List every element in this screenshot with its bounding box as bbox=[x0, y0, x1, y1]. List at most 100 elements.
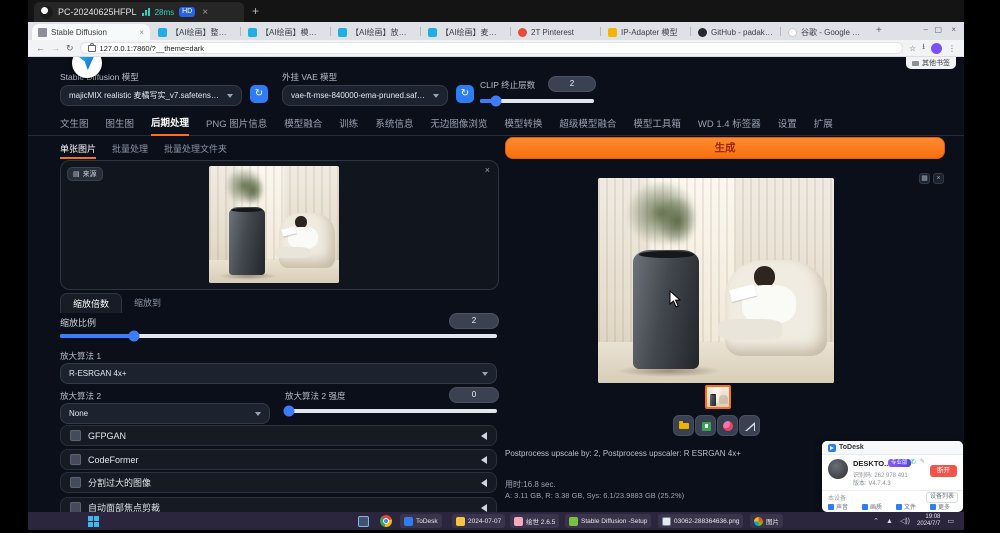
tab-scale-by[interactable]: 缩放倍数 bbox=[60, 293, 122, 313]
quality-tool[interactable]: 画质 bbox=[862, 502, 882, 511]
subtab-batch-folder[interactable]: 批量处理文件夹 bbox=[164, 142, 227, 159]
tab-extensions[interactable]: 扩展 bbox=[814, 115, 833, 135]
gfpgan-checkbox[interactable] bbox=[70, 430, 81, 441]
tab-txt2img[interactable]: 文生图 bbox=[60, 115, 89, 135]
tab-train[interactable]: 训练 bbox=[339, 115, 358, 135]
task-view-button[interactable] bbox=[358, 516, 369, 527]
minimize-button[interactable]: – bbox=[924, 25, 928, 34]
tab-infinite-browser[interactable]: 无边图像浏览 bbox=[430, 115, 487, 135]
back-icon[interactable]: ← bbox=[36, 43, 45, 53]
network-icon[interactable]: ▲ bbox=[886, 518, 893, 525]
maximize-button[interactable]: ▢ bbox=[934, 25, 942, 34]
tab-checkpoint-merger[interactable]: 模型融合 bbox=[284, 115, 322, 135]
refresh-model-button[interactable]: ↻ bbox=[250, 85, 268, 103]
accordion-gfpgan[interactable]: GFPGAN bbox=[60, 425, 497, 446]
open-folder-button[interactable] bbox=[673, 415, 694, 436]
browser-tab[interactable]: 【AI绘画】麦橘写实模型_哔哩哔哩_bilibili bbox=[422, 24, 510, 40]
close-button[interactable]: × bbox=[951, 25, 956, 34]
taskbar-setup-console[interactable]: Stable Diffusion -Setup bbox=[565, 514, 651, 528]
notification-icon[interactable]: ▭ bbox=[947, 517, 954, 525]
new-session-button[interactable]: + bbox=[252, 4, 259, 18]
source-chip[interactable]: ▤ 来源 bbox=[67, 167, 103, 181]
save-image-button[interactable] bbox=[695, 415, 716, 436]
upscaler2-strength-slider[interactable] bbox=[285, 409, 497, 413]
browser-tab[interactable]: 【AI绘画】模型推荐_哔哩哔哩_bilibili bbox=[242, 24, 330, 40]
other-bookmarks-button[interactable]: 其他书签 bbox=[906, 57, 956, 69]
bookmark-star-icon[interactable]: ☆ bbox=[909, 44, 916, 53]
gallery-close-icon[interactable]: × bbox=[933, 173, 944, 184]
file-tool[interactable]: 文件 bbox=[896, 502, 916, 511]
browser-tab[interactable]: GitHub - padak/PCStudio bbox=[692, 24, 780, 40]
session-close-icon[interactable]: × bbox=[202, 7, 208, 18]
accordion-auto-face-crop[interactable]: 自动面部焦点剪裁 bbox=[60, 497, 497, 512]
clip-skip-value[interactable]: 2 bbox=[548, 76, 596, 92]
upscaler2-strength-value[interactable]: 0 bbox=[449, 387, 499, 403]
subtab-batch-process[interactable]: 批量处理 bbox=[112, 142, 148, 159]
phone-icon[interactable]: ✆ bbox=[910, 458, 916, 466]
refresh-vae-button[interactable]: ↻ bbox=[456, 85, 474, 103]
sound-tool[interactable]: 声音 bbox=[828, 502, 848, 511]
taskbar-photos[interactable]: 图片 bbox=[750, 514, 783, 528]
address-bar[interactable]: 127.0.0.1:7860/?__theme=dark bbox=[80, 42, 903, 54]
vae-dropdown[interactable]: vae-ft-mse-840000-ema-pruned.safetensors bbox=[282, 85, 448, 106]
tab-scale-to[interactable]: 缩放到 bbox=[122, 293, 173, 313]
tab-model-toolkit[interactable]: 模型工具箱 bbox=[633, 115, 681, 135]
tab-close-icon[interactable]: × bbox=[139, 28, 144, 37]
forward-icon[interactable]: → bbox=[51, 43, 60, 53]
browser-menu-icon[interactable]: ⋮ bbox=[948, 44, 956, 53]
tab-wd14-tagger[interactable]: WD 1.4 标签器 bbox=[698, 115, 761, 135]
browser-tab[interactable]: 【AI绘画】整合包安装教程_哔哩哔哩_bilibili bbox=[152, 24, 240, 40]
split-oversize-checkbox[interactable] bbox=[70, 477, 81, 488]
auto-face-crop-checkbox[interactable] bbox=[70, 502, 81, 512]
browser-tab[interactable]: IP-Adapter 模型 bbox=[602, 24, 690, 40]
tab-settings[interactable]: 设置 bbox=[778, 115, 797, 135]
accordion-codeformer[interactable]: CodeFormer bbox=[60, 449, 497, 470]
send-to-extras-button[interactable] bbox=[739, 415, 760, 436]
upscaler2-dropdown[interactable]: None bbox=[60, 403, 270, 424]
clip-skip-slider[interactable] bbox=[480, 99, 594, 103]
gallery-thumbnail[interactable] bbox=[705, 385, 731, 409]
edit-icon[interactable]: ✎ bbox=[920, 458, 925, 465]
taskbar-launcher[interactable]: 绘世 2.6.5 bbox=[510, 514, 559, 528]
taskbar-todesk[interactable]: ToDesk bbox=[400, 514, 442, 528]
browser-tab[interactable]: 2T Pinterest bbox=[512, 24, 600, 40]
tab-model-converter[interactable]: 模型转换 bbox=[504, 115, 542, 135]
result-image[interactable] bbox=[598, 178, 834, 383]
hd-quality-badge[interactable]: HD bbox=[179, 7, 195, 17]
accordion-split-oversize[interactable]: 分割过大的图像 bbox=[60, 472, 497, 493]
volume-icon[interactable]: ◁)) bbox=[900, 517, 910, 525]
generate-button[interactable]: 生成 bbox=[505, 137, 945, 159]
disconnect-button[interactable]: 断开 bbox=[930, 465, 957, 477]
remote-session-tab[interactable]: PC-20240625HFPL 28ms HD × bbox=[34, 2, 244, 22]
upscaler1-dropdown[interactable]: R-ESRGAN 4x+ bbox=[60, 363, 497, 384]
chrome-taskbar-icon[interactable] bbox=[380, 515, 392, 527]
todesk-header[interactable]: ToDesk bbox=[822, 441, 963, 455]
taskbar-folder[interactable]: 2024-07-07 bbox=[452, 514, 505, 528]
tab-png-info[interactable]: PNG 图片信息 bbox=[206, 115, 267, 135]
browser-tab[interactable]: 【AI绘画】放大算法对比_哔哩哔哩_bilibili bbox=[332, 24, 420, 40]
browser-tab[interactable]: 谷歌 - Google 搜索 bbox=[782, 24, 870, 40]
download-icon[interactable]: ⭳ bbox=[922, 41, 925, 55]
input-image[interactable] bbox=[209, 166, 339, 283]
scale-value[interactable]: 2 bbox=[449, 313, 499, 329]
site-info-icon[interactable] bbox=[88, 45, 96, 52]
subtab-single-image[interactable]: 单张图片 bbox=[60, 142, 96, 159]
more-tool[interactable]: 更多 bbox=[930, 502, 950, 511]
send-to-img2img-button[interactable] bbox=[717, 415, 738, 436]
sd-model-dropdown[interactable]: majicMIX realistic 麦橘写实_v7.safetensors [… bbox=[60, 85, 242, 106]
tray-clock[interactable]: 19:08 2024/7/7 bbox=[917, 514, 940, 528]
tab-extras[interactable]: 后期处理 bbox=[151, 114, 189, 136]
reload-icon[interactable]: ↻ bbox=[66, 43, 74, 54]
taskbar-png-file[interactable]: 03062-288364636.png bbox=[658, 514, 743, 528]
gallery-grid-icon[interactable]: ▦ bbox=[919, 173, 930, 184]
start-button[interactable] bbox=[88, 516, 99, 527]
tab-img2img[interactable]: 图生图 bbox=[106, 115, 135, 135]
profile-avatar[interactable] bbox=[931, 43, 942, 54]
source-image-dropzone[interactable]: ▤ 来源 × bbox=[60, 160, 499, 290]
clear-image-icon[interactable]: × bbox=[485, 165, 490, 175]
tab-super-merger[interactable]: 超级模型融合 bbox=[559, 115, 616, 135]
tray-chevron-icon[interactable]: ⌃ bbox=[873, 517, 879, 525]
browser-tab-active[interactable]: Stable Diffusion × bbox=[32, 24, 150, 40]
codeformer-checkbox[interactable] bbox=[70, 454, 81, 465]
tab-system-info[interactable]: 系统信息 bbox=[375, 115, 413, 135]
